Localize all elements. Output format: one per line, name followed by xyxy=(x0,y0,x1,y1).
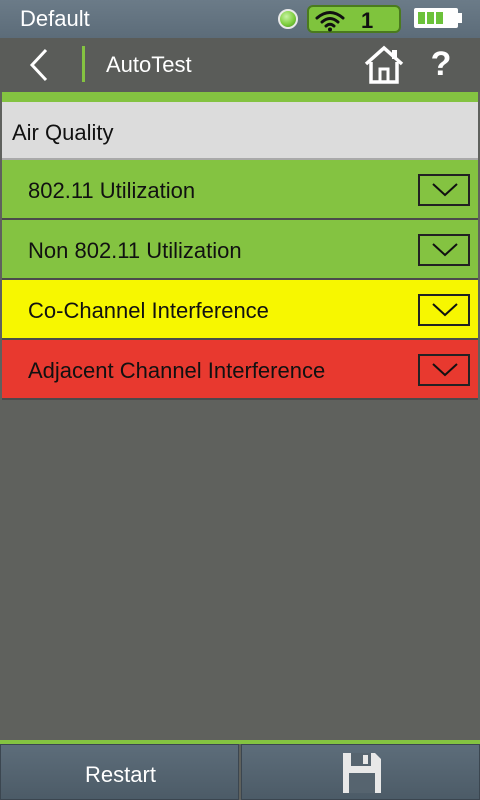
chevron-down-icon xyxy=(432,243,458,257)
row-label: Co-Channel Interference xyxy=(28,298,269,323)
chevron-down-icon xyxy=(432,183,458,197)
battery-cell xyxy=(436,12,443,24)
row-co-channel-interference[interactable]: Co-Channel Interference xyxy=(2,280,478,340)
wifi-status[interactable]: 1 xyxy=(307,5,401,33)
expand-button[interactable] xyxy=(418,294,470,326)
wifi-icon xyxy=(315,11,345,32)
nav-bar: AutoTest ? xyxy=(0,38,480,92)
section-title: Air Quality xyxy=(12,120,114,145)
chevron-left-icon xyxy=(29,48,48,82)
status-led-icon xyxy=(278,9,298,29)
home-icon xyxy=(364,45,404,84)
wifi-count: 1 xyxy=(361,8,374,33)
restart-button[interactable]: Restart xyxy=(0,744,239,800)
row-label: Non 802.11 Utilization xyxy=(28,238,242,263)
row-label: 802.11 Utilization xyxy=(28,178,196,203)
air-quality-list: Air Quality 802.11 Utilization Non 802.1… xyxy=(2,102,478,400)
expand-button[interactable] xyxy=(418,174,470,206)
status-bar: Default 1 xyxy=(0,0,480,38)
help-button[interactable]: ? xyxy=(424,42,458,86)
row-label: Adjacent Channel Interference xyxy=(28,358,326,383)
profile-name: Default xyxy=(20,6,90,31)
expand-button[interactable] xyxy=(418,354,470,386)
page-title: AutoTest xyxy=(106,52,192,77)
save-icon xyxy=(343,753,381,793)
battery-terminal xyxy=(458,13,462,23)
chevron-down-icon xyxy=(432,363,458,377)
back-button[interactable] xyxy=(18,44,62,86)
battery-icon xyxy=(414,8,458,28)
nav-divider xyxy=(82,46,85,82)
expand-button[interactable] xyxy=(418,234,470,266)
section-header-air-quality: Air Quality xyxy=(2,102,478,160)
chevron-down-icon xyxy=(432,303,458,317)
restart-label: Restart xyxy=(85,762,156,787)
row-802-11-utilization[interactable]: 802.11 Utilization xyxy=(2,160,478,220)
home-button[interactable] xyxy=(362,44,406,86)
row-non-802-11-utilization[interactable]: Non 802.11 Utilization xyxy=(2,220,478,280)
header-accent-bar xyxy=(2,92,478,102)
battery-cell xyxy=(418,12,425,24)
row-adjacent-channel-interference[interactable]: Adjacent Channel Interference xyxy=(2,340,478,400)
battery-cell xyxy=(427,12,434,24)
save-button[interactable] xyxy=(241,744,480,800)
